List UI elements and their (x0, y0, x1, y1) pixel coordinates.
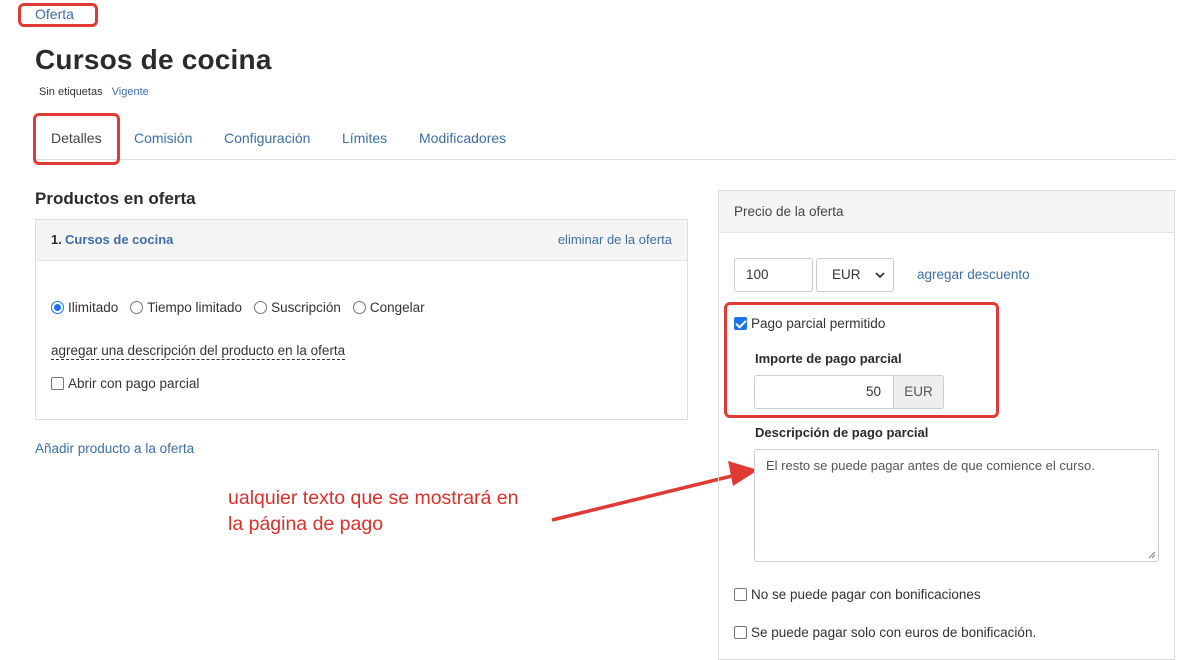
tab-comision[interactable]: Comisión (134, 130, 192, 146)
radio-label: Tiempo limitado (147, 300, 243, 315)
radio-ilimitado[interactable]: Ilimitado (51, 300, 118, 315)
open-partial-label: Abrir con pago parcial (68, 376, 200, 391)
radio-congelar[interactable]: Congelar (352, 300, 425, 315)
radio-suscripcion[interactable]: Suscripción (254, 300, 341, 315)
partial-description-label: Descripción de pago parcial (755, 425, 929, 440)
tab-limites[interactable]: Límites (342, 130, 387, 146)
radio-label: Suscripción (271, 300, 341, 315)
add-product-description-link[interactable]: agregar una descripción del producto en … (51, 343, 346, 360)
resize-handle-icon[interactable] (1148, 551, 1156, 559)
radio-tiempo-limitado[interactable]: Tiempo limitado (130, 300, 242, 315)
remove-from-offer-link[interactable]: eliminar de la oferta (558, 232, 672, 247)
chevron-down-icon (875, 272, 885, 279)
tags-label: Sin etiquetas (39, 86, 103, 98)
tab-configuracion[interactable]: Configuración (224, 130, 310, 146)
products-section-title: Productos en oferta (35, 189, 196, 208)
radio-button-checked[interactable] (51, 301, 64, 314)
breadcrumb-highlight-box (18, 3, 98, 27)
add-product-link[interactable]: Añadir producto a la oferta (35, 441, 194, 456)
radio-button[interactable] (352, 301, 366, 314)
tab-highlight-box (33, 113, 120, 165)
product-card: 1. Cursos de cocina eliminar de la ofert… (35, 219, 688, 420)
tab-bar: Detalles Comisión Configuración Límites … (35, 126, 1175, 160)
price-amount-input[interactable]: 100 (734, 258, 813, 292)
only-bonus-payment-option[interactable]: Se puede pagar solo con euros de bonific… (734, 625, 1036, 640)
partial-description-text: El resto se puede pagar antes de que com… (766, 458, 1095, 473)
radio-button[interactable] (130, 301, 144, 314)
no-bonus-label: No se puede pagar con bonificaciones (751, 587, 981, 602)
annotation-line-1: ualquier texto que se mostrará en (228, 487, 519, 509)
partial-description-textarea[interactable]: El resto se puede pagar antes de que com… (754, 449, 1159, 562)
price-panel-title: Precio de la oferta (734, 204, 844, 219)
tab-modificadores[interactable]: Modificadores (419, 130, 506, 146)
only-bonus-checkbox[interactable] (734, 626, 747, 639)
add-discount-link[interactable]: agregar descuento (917, 267, 1030, 282)
partial-payment-highlight-box (724, 302, 999, 418)
product-card-header: 1. Cursos de cocina eliminar de la ofert… (36, 220, 687, 261)
price-panel-header: Precio de la oferta (719, 191, 1174, 233)
access-type-radio-group: Ilimitado Tiempo limitado Suscripción Co… (51, 300, 437, 315)
offer-price-panel: Precio de la oferta 100 EUR agregar desc… (718, 190, 1175, 660)
open-partial-payment-option[interactable]: Abrir con pago parcial (51, 376, 199, 391)
product-number: 1. (51, 232, 62, 247)
currency-select[interactable]: EUR (816, 258, 894, 292)
annotation-text: ualquier texto que se mostrará en la pág… (228, 485, 519, 537)
radio-label: Congelar (369, 300, 425, 315)
radio-label: Ilimitado (68, 300, 119, 315)
currency-value: EUR (832, 267, 861, 282)
open-partial-checkbox[interactable] (51, 377, 64, 390)
product-name-link[interactable]: Cursos de cocina (65, 232, 173, 247)
no-bonus-payment-option[interactable]: No se puede pagar con bonificaciones (734, 587, 981, 602)
page-title: Cursos de cocina (35, 44, 272, 75)
tags-row: Sin etiquetas Vigente (39, 86, 149, 98)
only-bonus-label: Se puede pagar solo con euros de bonific… (751, 625, 1037, 640)
annotation-line-2: la página de pago (228, 513, 384, 535)
radio-button[interactable] (254, 301, 268, 314)
status-link[interactable]: Vigente (112, 86, 149, 98)
no-bonus-checkbox[interactable] (734, 588, 747, 601)
